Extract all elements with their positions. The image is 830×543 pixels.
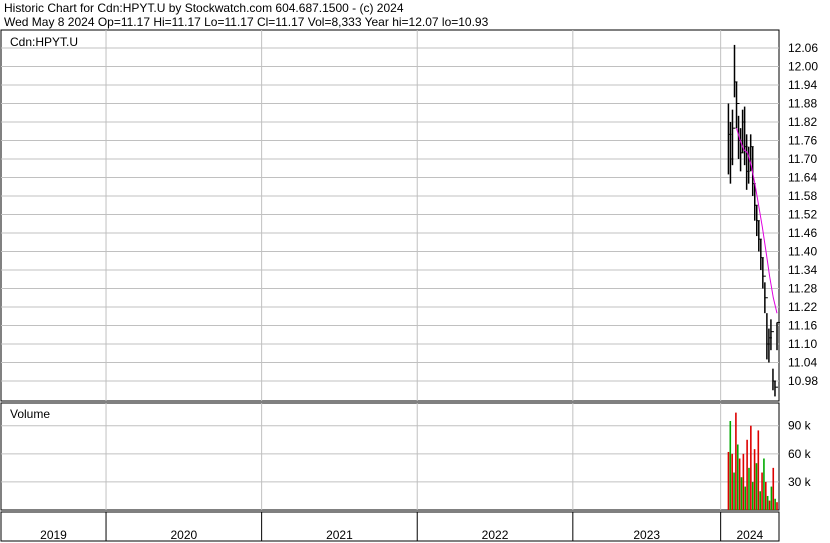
price-tick-label: 11.10 [788,337,817,351]
volume-panel [0,402,780,511]
price-tick-label: 11.94 [788,78,817,92]
price-tick-label: 11.52 [788,208,817,222]
price-tick-label: 11.82 [788,115,817,129]
stock-chart: Historic Chart for Cdn:HPYT.U by Stockwa… [0,1,818,542]
volume-tick-label: 90 k [788,419,812,433]
chart-ohlc-summary: Wed May 8 2024 Op=11.17 Hi=11.17 Lo=11.1… [4,15,489,29]
price-tick-label: 11.58 [788,189,817,203]
year-label: 2020 [170,528,197,542]
year-label: 2021 [326,528,353,542]
price-tick-label: 11.28 [788,282,817,296]
price-tick-label: 11.70 [788,152,817,166]
volume-axis-ticks: 90 k 60 k 30 k [788,419,812,489]
price-tick-label: 10.98 [788,374,818,388]
price-tick-label: 11.40 [788,245,817,259]
x-axis-panel [0,511,780,542]
volume-tick-label: 60 k [788,447,812,461]
year-label: 2022 [482,528,509,542]
volume-label: Volume [10,407,50,421]
volume-tick-label: 30 k [788,475,812,489]
price-tick-label: 11.64 [788,171,817,185]
price-tick-label: 12.06 [788,41,818,55]
year-label: 2024 [736,528,763,542]
price-tick-label: 11.22 [788,300,817,314]
price-tick-label: 12.00 [788,60,818,74]
price-tick-label: 11.16 [788,319,817,333]
price-axis-ticks: 12.06 12.00 11.94 11.88 11.82 11.76 11.70 11.64… [788,41,818,388]
price-panel [0,29,780,402]
price-tick-label: 11.04 [788,356,817,370]
price-tick-label: 11.88 [788,97,817,111]
year-label: 2019 [40,528,67,542]
year-label: 2023 [633,528,660,542]
price-tick-label: 11.46 [788,226,817,240]
price-tick-label: 11.34 [788,263,817,277]
price-tick-label: 11.76 [788,134,817,148]
chart-title: Historic Chart for Cdn:HPYT.U by Stockwa… [4,1,404,15]
symbol-label: Cdn:HPYT.U [10,35,78,49]
